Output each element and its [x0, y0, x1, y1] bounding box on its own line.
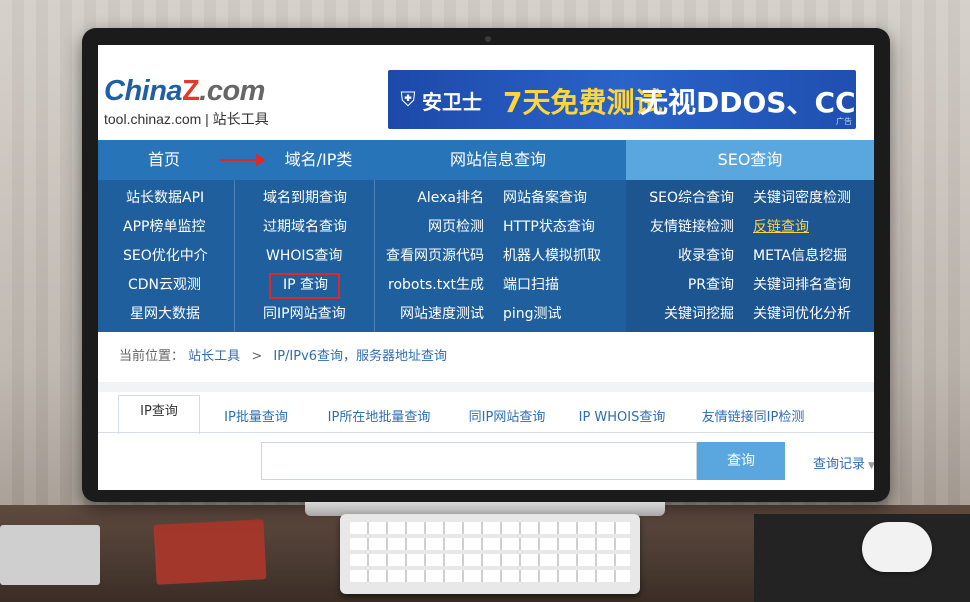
- menu-item[interactable]: 星网大数据: [130, 304, 200, 324]
- chevron-down-icon: ▼: [868, 461, 874, 471]
- ad-label: 广告: [836, 117, 852, 126]
- tab-ip-query[interactable]: IP查询: [118, 395, 200, 434]
- logo-text: China: [104, 75, 183, 107]
- camera-dot: [485, 36, 491, 42]
- breadcrumb-separator: >: [251, 349, 263, 364]
- mousepad: [754, 514, 970, 602]
- ip-query-highlight-box: [269, 273, 340, 299]
- red-arrow-annotation: [220, 154, 266, 166]
- banner-headline: 7天免费测试: [503, 86, 663, 119]
- menu-item[interactable]: 关键词密度检测: [753, 188, 851, 208]
- menu-item[interactable]: 端口扫描: [503, 275, 559, 295]
- section-divider: [98, 382, 874, 392]
- breadcrumb-root-link[interactable]: 站长工具: [188, 349, 240, 364]
- menu-item[interactable]: 网站备案查询: [503, 188, 587, 208]
- menu-item[interactable]: 机器人模拟抓取: [503, 246, 601, 266]
- tab-ip-location-batch[interactable]: IP所在地批量查询: [311, 403, 447, 433]
- breadcrumb-label: 当前位置：: [119, 349, 185, 364]
- logo-z: Z: [182, 75, 200, 107]
- ad-banner[interactable]: ⛨ 安卫士 7天免费测试 无视DDOS、CC 广告: [388, 70, 856, 129]
- menu-item[interactable]: robots.txt生成: [374, 275, 484, 295]
- menu-item[interactable]: CDN云观测: [128, 275, 201, 295]
- menu-item[interactable]: 过期域名查询: [263, 217, 347, 237]
- menu-item-backlinks[interactable]: 反链查询: [753, 217, 809, 237]
- tab-same-ip-sites[interactable]: 同IP网站查询: [453, 403, 561, 433]
- menu-item[interactable]: 同IP网站查询: [263, 304, 346, 324]
- book: [0, 525, 100, 585]
- dropdown-menu-panel: 站长数据API APP榜单监控 SEO优化中介 CDN云观测 星网大数据 域名到…: [98, 180, 874, 332]
- logo-subtitle: tool.chinaz.com | 站长工具: [104, 111, 269, 127]
- menu-item[interactable]: SEO综合查询: [634, 188, 734, 208]
- ip-search-input[interactable]: [261, 442, 697, 480]
- nav-seo[interactable]: SEO查询: [626, 140, 874, 180]
- menu-item[interactable]: META信息挖掘: [753, 246, 847, 266]
- menu-item[interactable]: 网页检测: [384, 217, 484, 237]
- breadcrumb-current[interactable]: IP/IPv6查询，服务器地址查询: [273, 349, 447, 364]
- monitor: ChinaZ.com tool.chinaz.com | 站长工具 ⛨ 安卫士 …: [82, 28, 890, 502]
- main-nav: 首页 域名/IP类 网站信息查询 SEO查询: [98, 140, 874, 180]
- keyboard: [340, 514, 640, 594]
- column-divider: [234, 180, 235, 332]
- key-row: [350, 554, 630, 566]
- site-logo[interactable]: ChinaZ.com tool.chinaz.com | 站长工具: [104, 75, 304, 135]
- key-row: [350, 570, 630, 582]
- menu-item[interactable]: ping测试: [503, 304, 562, 324]
- menu-item[interactable]: 关键词优化分析: [753, 304, 851, 324]
- menu-item[interactable]: 网站速度测试: [384, 304, 484, 324]
- breadcrumb: 当前位置： 站长工具 > IP/IPv6查询，服务器地址查询: [119, 345, 447, 364]
- key-row: [350, 522, 630, 534]
- menu-item[interactable]: SEO优化中介: [123, 246, 208, 266]
- tab-friendlink-same-ip[interactable]: 友情链接同IP检测: [688, 403, 818, 433]
- tab-underline: [98, 432, 874, 433]
- menu-item[interactable]: 查看网页源代码: [374, 246, 484, 266]
- tab-ip-batch[interactable]: IP批量查询: [206, 403, 306, 433]
- menu-item[interactable]: 收录查询: [634, 246, 734, 266]
- menu-item[interactable]: WHOIS查询: [266, 246, 342, 266]
- menu-item[interactable]: Alexa排名: [384, 188, 484, 208]
- banner-brand: 安卫士: [422, 90, 482, 114]
- screen: ChinaZ.com tool.chinaz.com | 站长工具 ⛨ 安卫士 …: [98, 45, 874, 490]
- key-row: [350, 538, 630, 550]
- banner-subline: 无视DDOS、CC: [640, 86, 856, 119]
- menu-item[interactable]: 域名到期查询: [263, 188, 347, 208]
- query-button[interactable]: 查询: [697, 442, 785, 480]
- shield-icon: ⛨: [400, 87, 416, 111]
- menu-item[interactable]: 友情链接检测: [634, 217, 734, 237]
- menu-item[interactable]: PR查询: [634, 275, 734, 295]
- mouse: [862, 522, 932, 572]
- nav-domain-ip[interactable]: 域名/IP类: [266, 140, 371, 180]
- query-history-dropdown[interactable]: 查询记录 ▼: [813, 453, 874, 472]
- tab-ip-whois[interactable]: IP WHOIS查询: [568, 403, 676, 433]
- menu-item[interactable]: 站长数据API: [126, 188, 204, 208]
- query-history-label: 查询记录: [813, 457, 866, 472]
- red-notebook: [153, 519, 267, 585]
- nav-home[interactable]: 首页: [98, 140, 230, 180]
- logo-com: .com: [199, 75, 265, 107]
- tool-tabs: IP查询 IP批量查询 IP所在地批量查询 同IP网站查询 IP WHOIS查询…: [98, 393, 874, 434]
- menu-item[interactable]: APP榜单监控: [123, 217, 205, 237]
- nav-site-info[interactable]: 网站信息查询: [398, 140, 598, 180]
- menu-item[interactable]: 关键词挖掘: [634, 304, 734, 324]
- menu-item[interactable]: 关键词排名查询: [753, 275, 851, 295]
- menu-item[interactable]: HTTP状态查询: [503, 217, 595, 237]
